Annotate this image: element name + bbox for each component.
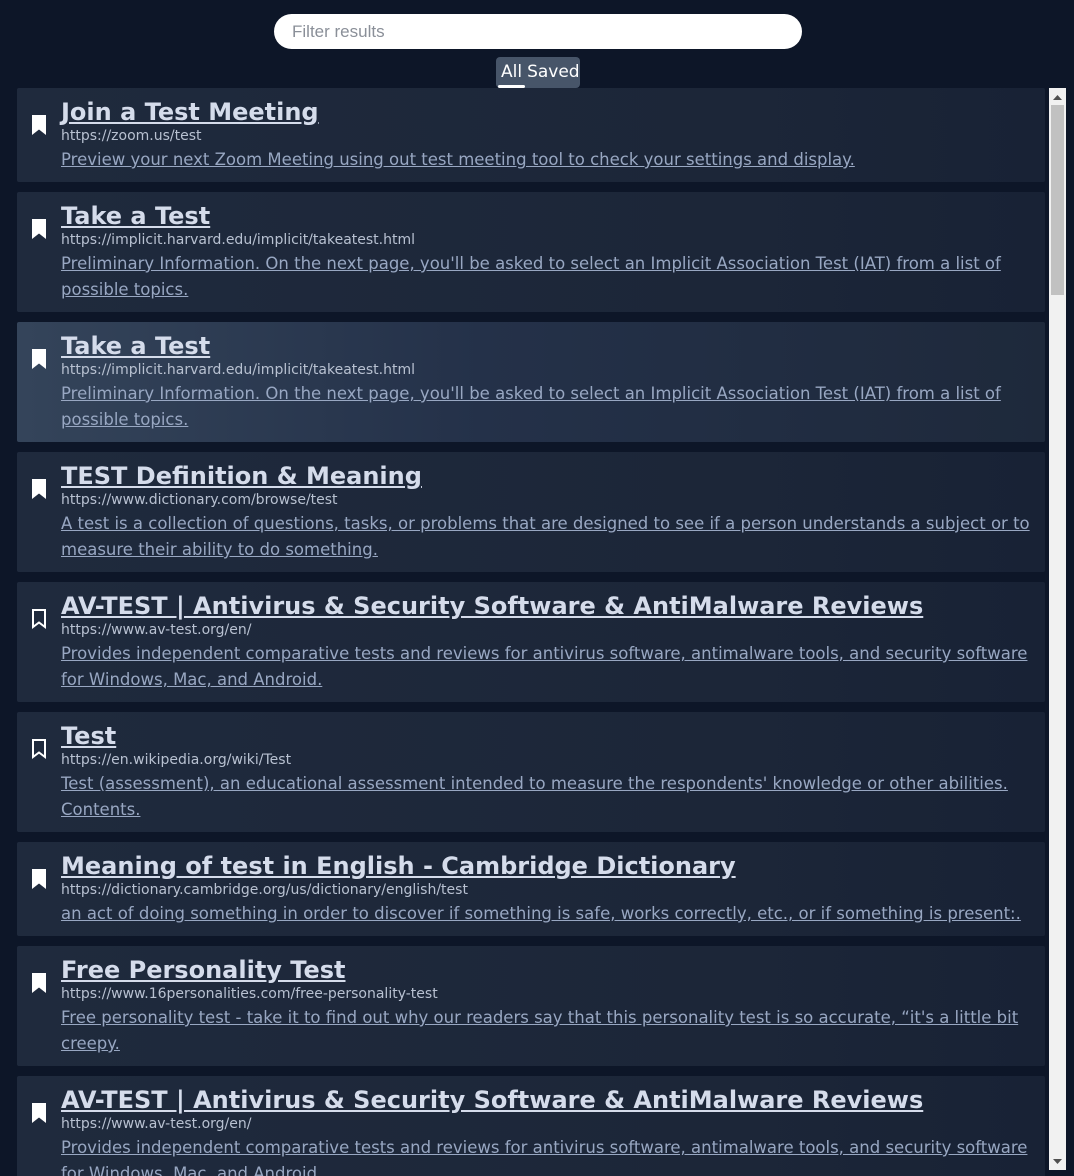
results-scrollbar[interactable] <box>1049 88 1066 1170</box>
result-title-link[interactable]: Take a Test <box>61 200 1035 232</box>
result-title-link[interactable]: TEST Definition & Meaning <box>61 460 1035 492</box>
toggle-all-button[interactable]: All <box>496 57 527 88</box>
result-card: Take a Test https://implicit.harvard.edu/… <box>17 322 1045 442</box>
result-card: AV-TEST | Antivirus & Security Software … <box>17 582 1045 702</box>
bookmark-filled-icon[interactable] <box>30 869 48 889</box>
results-list[interactable]: Join a Test Meeting https://zoom.us/test P… <box>0 88 1049 1176</box>
bookmark-filled-icon[interactable] <box>30 479 48 499</box>
bookmark-filled-icon[interactable] <box>30 1103 48 1123</box>
result-description-link[interactable]: Preview your next Zoom Meeting using out… <box>61 147 1035 173</box>
bookmark-filled-icon[interactable] <box>30 219 48 239</box>
result-url: https://www.av-test.org/en/ <box>61 622 252 638</box>
result-card: TEST Definition & Meaning https://www.dic… <box>17 452 1045 572</box>
result-title-link[interactable]: AV-TEST | Antivirus & Security Software … <box>61 590 1035 622</box>
result-title-link[interactable]: Test <box>61 720 1035 752</box>
result-title-link[interactable]: Free Personality Test <box>61 954 1035 986</box>
result-card: Test https://en.wikipedia.org/wiki/Test Te… <box>17 712 1045 832</box>
toggle-saved-button[interactable]: Saved <box>527 57 584 88</box>
scroll-up-arrow-icon[interactable] <box>1049 88 1066 105</box>
result-description-link[interactable]: Free personality test - take it to find … <box>61 1005 1035 1057</box>
result-url: https://implicit.harvard.edu/implicit/ta… <box>61 232 415 248</box>
bookmark-filled-icon[interactable] <box>30 349 48 369</box>
result-url: https://en.wikipedia.org/wiki/Test <box>61 752 292 768</box>
result-card: Join a Test Meeting https://zoom.us/test P… <box>17 88 1045 182</box>
result-description-link[interactable]: Test (assessment), an educational assess… <box>61 771 1035 823</box>
bookmark-filled-icon[interactable] <box>30 115 48 135</box>
result-description-link[interactable]: Provides independent comparative tests a… <box>61 1135 1035 1176</box>
result-description-link[interactable]: an act of doing something in order to di… <box>61 901 1035 927</box>
result-url: https://www.dictionary.com/browse/test <box>61 492 338 508</box>
result-card: Free Personality Test https://www.16perso… <box>17 946 1045 1066</box>
result-title-link[interactable]: Join a Test Meeting <box>61 96 1035 128</box>
result-card: Meaning of test in English - Cambridge D… <box>17 842 1045 936</box>
result-description-link[interactable]: Preliminary Information. On the next pag… <box>61 251 1035 303</box>
scroll-down-arrow-icon[interactable] <box>1049 1153 1066 1170</box>
results-app: All Saved Join a Test Meetinghttps://zoo… <box>0 0 1074 1176</box>
result-card: AV-TEST | Antivirus & Security Software … <box>17 1076 1045 1176</box>
result-url: https://www.av-test.org/en/ <box>61 1116 252 1132</box>
result-card: Take a Test https://implicit.harvard.edu/… <box>17 192 1045 312</box>
result-url: https://implicit.harvard.edu/implicit/ta… <box>61 362 415 378</box>
view-toggle: All Saved <box>496 57 580 88</box>
result-url: https://dictionary.cambridge.org/us/dict… <box>61 882 468 898</box>
bookmark-outline-icon[interactable] <box>30 739 48 759</box>
bookmark-filled-icon[interactable] <box>30 973 48 993</box>
result-title-link[interactable]: AV-TEST | Antivirus & Security Software … <box>61 1084 1035 1116</box>
result-description-link[interactable]: Provides independent comparative tests a… <box>61 641 1035 693</box>
search-bar <box>274 14 802 49</box>
scrollbar-thumb[interactable] <box>1051 105 1064 295</box>
result-title-link[interactable]: Take a Test <box>61 330 1035 362</box>
result-description-link[interactable]: Preliminary Information. On the next pag… <box>61 381 1035 433</box>
result-title-link[interactable]: Meaning of test in English - Cambridge D… <box>61 850 1035 882</box>
result-url: https://zoom.us/test <box>61 128 202 144</box>
filter-results-input[interactable] <box>274 14 802 49</box>
result-description-link[interactable]: A test is a collection of questions, tas… <box>61 511 1035 563</box>
result-url: https://www.16personalities.com/free-per… <box>61 986 438 1002</box>
bookmark-outline-icon[interactable] <box>30 609 48 629</box>
